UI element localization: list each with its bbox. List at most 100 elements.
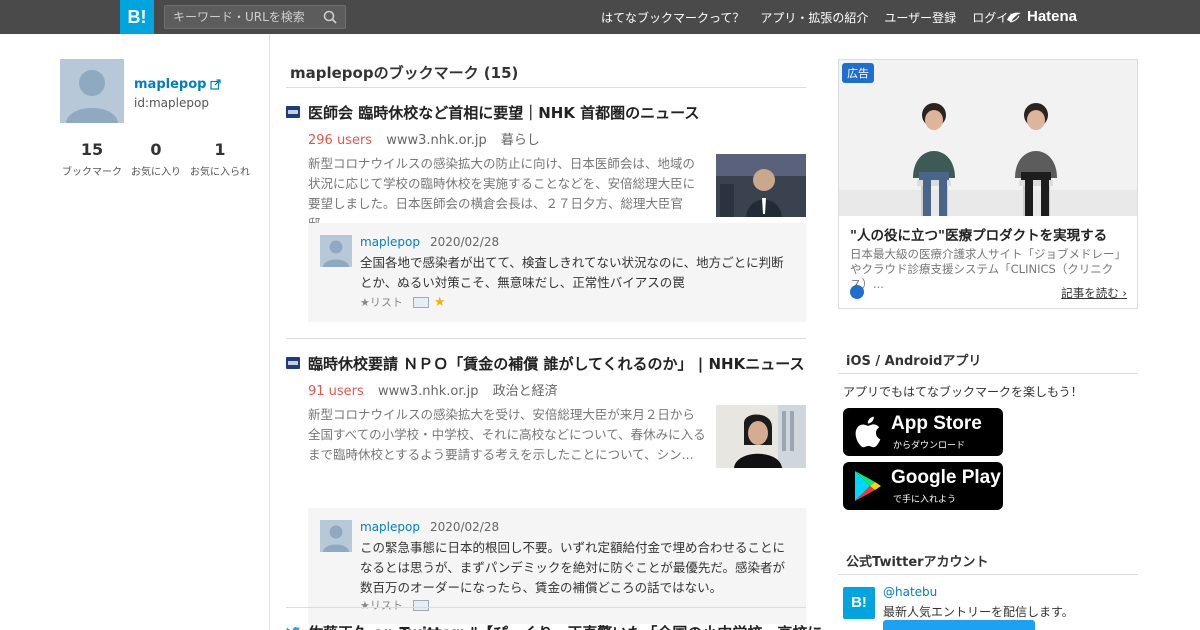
external-link-icon <box>210 79 222 90</box>
thumbnail-photo <box>716 154 806 217</box>
comment-text: この緊急事態に日本的根回し不要。いずれ定額給付金で埋め合わせることになるとは思う… <box>360 540 786 595</box>
apple-icon <box>855 416 881 448</box>
stat-number: 1 <box>214 140 226 159</box>
apps-heading: iOS / Androidアプリ <box>846 354 982 369</box>
google-play-icon <box>855 471 881 501</box>
divider <box>286 87 806 88</box>
ad-photo <box>839 60 1137 216</box>
stat-bookmarks[interactable]: 15 ブックマーク <box>60 140 124 178</box>
nav-register[interactable]: ユーザー登録 <box>884 9 956 26</box>
nav-apps[interactable]: アプリ・拡張の紹介 <box>760 9 868 26</box>
list-item: 医師会 臨時休校など首相に要望｜NHK 首都圏のニュース 296 users w… <box>286 102 806 322</box>
app-store-sublabel: からダウンロード <box>893 441 966 451</box>
entry-summary: 新型コロナウイルスの感染拡大を受け、安倍総理大臣が来月２日から全国すべての小学校… <box>308 407 706 462</box>
comment-box: maplepop 2020/02/28 全国各地で感染者が出てて、検査しきれてない… <box>308 223 806 322</box>
entry-summary: 新型コロナウイルスの感染拡大の防止に向け、日本医師会は、地域の状況に応じて学校の… <box>308 156 696 231</box>
stat-number: 0 <box>150 140 162 159</box>
hatebu-logo[interactable]: B! <box>120 0 154 34</box>
comment-username-link[interactable]: maplepop <box>360 235 420 249</box>
hatena-logo-text: Hatena <box>1027 8 1078 25</box>
default-user-icon <box>66 70 118 123</box>
ad-image: 広告 <box>839 60 1137 216</box>
comment-actions: ★リスト ★ <box>360 294 446 310</box>
google-play-sublabel: で手に入れよう <box>893 495 957 505</box>
apps-text: アプリでもはてなブックマークを楽しもう！ <box>843 385 1083 399</box>
comment-username-link[interactable]: maplepop <box>360 520 420 534</box>
divider <box>838 574 1138 575</box>
profile-stats: 15 ブックマーク 0 お気に入り 1 お気に入られ <box>60 140 260 178</box>
page-title: maplepopのブックマーク (15) <box>290 64 519 82</box>
google-play-button[interactable]: Google Play で手に入れよう <box>843 462 1003 510</box>
entry-meta: 91 users www3.nhk.or.jp 政治と経済 <box>308 380 558 399</box>
app-store-button[interactable]: App Store からダウンロード <box>843 408 1003 456</box>
comment-header: maplepop 2020/02/28 <box>360 520 499 534</box>
list-item: 佐藤正久 on Twitter: "【ぴっくり、正直驚いた「全国の小中学校、高校… <box>286 622 822 630</box>
thumbnail-photo <box>716 405 806 468</box>
profile-name: maplepop <box>134 77 207 92</box>
search-input[interactable] <box>173 6 318 28</box>
comment-date[interactable]: 2020/02/28 <box>430 235 499 249</box>
comment-avatar[interactable] <box>320 235 352 267</box>
comment-text: 全国各地で感染者が出てて、検査しきれてない状況なのに、地方ごとに判断とか、ぬるい… <box>360 255 784 290</box>
hatena-logo[interactable]: Hatena <box>1006 8 1077 25</box>
header-nav: はてなブックマークって？ アプリ・拡張の紹介 ユーザー登録 ログイン <box>601 0 1036 34</box>
domain-link[interactable]: www3.nhk.or.jp <box>378 384 479 399</box>
star-list-link[interactable]: ★リスト <box>360 294 403 310</box>
star-list-link[interactable]: ★リスト <box>360 597 403 613</box>
nav-about[interactable]: はてなブックマークって？ <box>601 9 744 26</box>
twitter-heading: 公式Twitterアカウント <box>846 555 989 570</box>
read-article-label: 記事を読む <box>1061 286 1119 300</box>
users-count-link[interactable]: 296 users <box>308 133 372 148</box>
divider <box>838 373 1138 374</box>
avatar[interactable] <box>60 59 124 123</box>
twitter-description: 最新人気エントリーを配信します。 <box>883 605 1074 619</box>
profile-id: id:maplepop <box>134 96 209 110</box>
search-icon[interactable] <box>323 10 337 24</box>
entry-title-link[interactable]: 佐藤正久 on Twitter: "【ぴっくり、正直驚いた「全国の小中学校、高校… <box>308 622 822 630</box>
nhk-favicon-icon <box>286 106 300 118</box>
comment-header: maplepop 2020/02/28 <box>360 235 499 249</box>
entry-thumbnail[interactable] <box>716 154 806 217</box>
stat-favorites[interactable]: 0 お気に入り <box>124 140 188 178</box>
ad-card[interactable]: 広告 "人の役に立つ"医療プロダクトを実現する 日本最大級の医療介護求人サイト「… <box>838 59 1138 309</box>
gold-star-icon[interactable]: ★ <box>434 295 446 310</box>
stat-label: ブックマーク <box>62 167 122 178</box>
profile-column: maplepop id:maplepop 15 ブックマーク 0 お気に入り 1… <box>0 34 270 630</box>
stat-number: 15 <box>80 140 104 159</box>
add-star-icon[interactable] <box>412 599 429 611</box>
app-store-label: App Store <box>891 413 982 434</box>
divider <box>286 607 806 608</box>
comment-actions: ★リスト <box>360 597 434 613</box>
users-count-link[interactable]: 91 users <box>308 384 364 399</box>
read-article-link[interactable]: 記事を読む › <box>1061 285 1127 301</box>
global-header: B! はてなブックマークって？ アプリ・拡張の紹介 ユーザー登録 ログイン Ha… <box>0 0 1200 34</box>
profile-name-link[interactable]: maplepop <box>134 77 222 92</box>
follow-button[interactable] <box>883 620 1035 630</box>
hatebu-account-icon[interactable]: B! <box>843 587 875 619</box>
twitter-handle-link[interactable]: @hatebu <box>883 585 937 599</box>
default-user-icon <box>323 525 349 552</box>
search-box <box>164 5 346 29</box>
ad-brand-icon <box>850 285 864 299</box>
entry-thumbnail[interactable] <box>716 405 806 468</box>
domain-link[interactable]: www3.nhk.or.jp <box>386 133 487 148</box>
entry-title-link[interactable]: 臨時休校要請 ＮＰＯ「賃金の補償 誰がしてくれるのか」 | NHKニュース <box>308 353 804 374</box>
nhk-favicon-icon <box>286 357 300 369</box>
stat-label: お気に入られ <box>190 167 250 178</box>
divider <box>286 338 806 339</box>
category-link[interactable]: 暮らし <box>501 133 540 148</box>
add-star-icon[interactable] <box>412 296 429 308</box>
comment-date[interactable]: 2020/02/28 <box>430 520 499 534</box>
hatena-mark-icon <box>1007 12 1021 22</box>
google-play-label: Google Play <box>891 467 1001 488</box>
comment-avatar[interactable] <box>320 520 352 552</box>
list-item: 臨時休校要請 ＮＰＯ「賃金の補償 誰がしてくれるのか」 | NHKニュース 91… <box>286 353 806 624</box>
ad-badge: 広告 <box>842 63 874 83</box>
entry-meta: 296 users www3.nhk.or.jp 暮らし <box>308 129 540 148</box>
ad-title[interactable]: "人の役に立つ"医療プロダクトを実現する <box>850 224 1107 244</box>
stat-label: お気に入り <box>131 167 181 178</box>
default-user-icon <box>323 240 349 267</box>
stat-favorited[interactable]: 1 お気に入られ <box>188 140 252 178</box>
category-link[interactable]: 政治と経済 <box>493 384 558 399</box>
entry-title-link[interactable]: 医師会 臨時休校など首相に要望｜NHK 首都圏のニュース <box>308 102 699 123</box>
